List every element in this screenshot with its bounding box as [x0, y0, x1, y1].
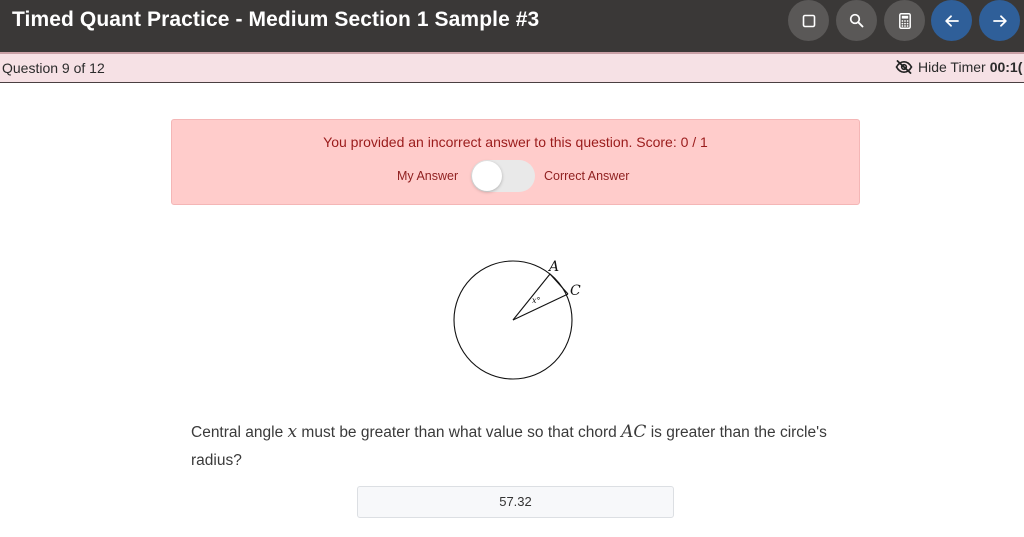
answer-toggle-switch[interactable]: [471, 160, 535, 192]
arrow-right-icon: [992, 14, 1007, 27]
circle-figure: A C x°: [453, 259, 581, 380]
status-bar: Question 9 of 12 Hide Timer 00:1(: [0, 54, 1024, 83]
back-button[interactable]: [931, 0, 972, 41]
chord-ac: [549, 273, 569, 295]
mark-button[interactable]: [788, 0, 829, 41]
question-counter: Question 9 of 12: [2, 60, 105, 76]
hide-timer-toggle[interactable]: Hide Timer 00:1(: [895, 59, 1022, 75]
timer-value: 00:1(: [989, 59, 1023, 75]
answer-field[interactable]: 57.32: [357, 486, 674, 518]
eye-slash-icon: [895, 60, 913, 74]
correct-answer-label[interactable]: Correct Answer: [544, 169, 629, 183]
top-bar: Timed Quant Practice - Medium Section 1 …: [0, 0, 1024, 54]
question-text: Central angle x must be greater than wha…: [191, 418, 851, 475]
point-c-label: C: [570, 283, 581, 299]
angle-x-label: x°: [532, 296, 541, 305]
result-message: You provided an incorrect answer to this…: [323, 134, 708, 150]
answer-toggle-row: My Answer Correct Answer: [172, 160, 859, 194]
math-x: x: [287, 422, 298, 442]
square-icon: [802, 14, 815, 27]
calculator-icon: [898, 12, 911, 29]
my-answer-label[interactable]: My Answer: [397, 169, 458, 183]
question-part-2: must be greater than what value so that …: [301, 424, 617, 441]
result-alert: You provided an incorrect answer to this…: [171, 119, 860, 205]
math-chord-ac: AC: [621, 422, 647, 442]
hide-timer-label: Hide Timer: [918, 59, 986, 75]
arrow-left-icon: [944, 14, 959, 27]
search-icon: [849, 13, 864, 28]
next-button[interactable]: [979, 0, 1020, 41]
calculator-button[interactable]: [884, 0, 925, 41]
app-title: Timed Quant Practice - Medium Section 1 …: [12, 8, 540, 31]
search-button[interactable]: [836, 0, 877, 41]
toggle-knob: [472, 161, 502, 191]
point-a-label: A: [547, 259, 559, 275]
question-part-1: Central angle: [191, 424, 284, 441]
